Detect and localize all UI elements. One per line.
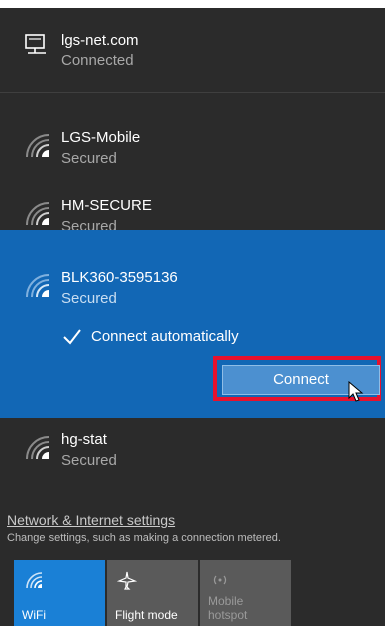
network-item-ethernet[interactable]: lgs-net.com Connected (0, 8, 385, 93)
network-name: HM-SECURE (61, 197, 152, 214)
hotspot-icon (213, 575, 227, 585)
network-item-blk360-selected[interactable]: BLK360-3595136 Secured Connect automatic… (0, 230, 385, 418)
network-item-lgs-mobile[interactable]: LGS-Mobile Secured (0, 108, 385, 167)
network-item-blk360[interactable]: BLK360-3595136 Secured (0, 230, 385, 310)
divider (0, 92, 385, 93)
window-top-edge (0, 0, 385, 8)
connect-automatically-label: Connect automatically (91, 328, 239, 345)
network-status: Secured (61, 452, 117, 469)
wifi-icon (26, 572, 43, 589)
ethernet-icon (25, 34, 46, 54)
network-item-hm-secure[interactable]: HM-SECURE Secured (0, 176, 385, 235)
wifi-secured-icon (26, 134, 50, 158)
network-name: lgs-net.com (61, 32, 139, 49)
airplane-icon (117, 571, 137, 590)
wifi-tile-label: WiFi (22, 608, 46, 622)
network-name: hg-stat (61, 431, 107, 448)
mobile-hotspot-tile[interactable]: Mobile hotspot (200, 560, 291, 626)
network-status: Connected (61, 52, 134, 69)
network-settings-link[interactable]: Network & Internet settings (7, 512, 175, 528)
mobile-hotspot-label-line1: Mobile (208, 594, 244, 608)
network-item-hg-stat[interactable]: hg-stat Secured (0, 418, 385, 480)
network-status: Secured (61, 150, 117, 167)
mobile-hotspot-tile-label: Mobile hotspot (208, 594, 247, 622)
flight-mode-tile[interactable]: Flight mode (107, 560, 198, 626)
wifi-tile[interactable]: WiFi (14, 560, 105, 626)
wifi-secured-icon (26, 274, 50, 298)
mouse-cursor-icon (348, 381, 364, 402)
mobile-hotspot-label-line2: hotspot (208, 608, 248, 622)
network-name: BLK360-3595136 (61, 269, 178, 286)
checkmark-icon (63, 329, 81, 345)
wifi-secured-icon (26, 436, 50, 460)
network-name: LGS-Mobile (61, 129, 141, 146)
flight-mode-tile-label: Flight mode (115, 608, 178, 622)
network-settings-description: Change settings, such as making a connec… (7, 532, 281, 544)
wifi-secured-icon (26, 202, 50, 226)
network-status: Secured (61, 290, 117, 307)
